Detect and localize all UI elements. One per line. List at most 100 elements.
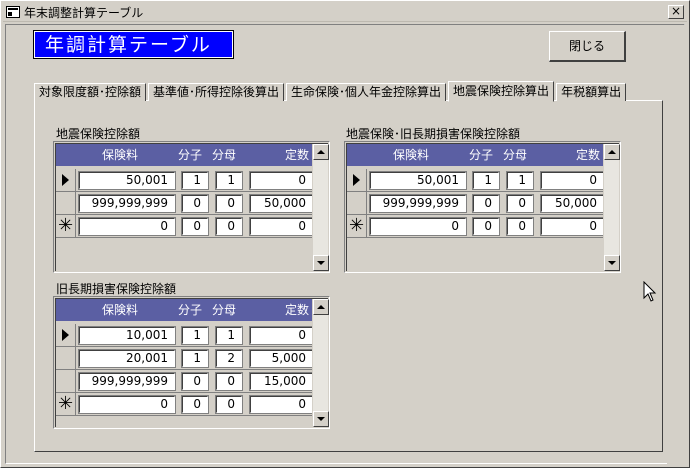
column-premium: 保険料 (102, 303, 139, 317)
table-row[interactable]: ✳ 0 0 0 0 (56, 215, 314, 238)
vertical-scrollbar[interactable] (312, 299, 329, 427)
tab-basis[interactable]: 基準値･所得控除後算出 (148, 83, 285, 101)
constant-cell[interactable]: 0 (540, 217, 605, 236)
premium-cell[interactable]: 999,999,999 (78, 194, 176, 213)
constant-cell[interactable]: 15,000 (249, 372, 314, 391)
constant-cell[interactable]: 0 (249, 395, 314, 414)
numerator-cell[interactable]: 0 (181, 395, 209, 414)
page-title: 年調計算テーブル (33, 30, 234, 59)
vertical-scrollbar[interactable] (312, 144, 329, 271)
new-record-icon: ✳ (348, 215, 365, 236)
denominator-cell[interactable]: 0 (506, 194, 534, 213)
app-window: 年末調整計算テーブル × 年調計算テーブル 閉じる 対象限度額･控除額 基準値･… (0, 0, 690, 468)
longterm-grid-label: 旧長期損害保険控除額 (56, 282, 177, 296)
column-numerator: 分子 (469, 148, 494, 162)
table-row[interactable]: 999,999,999 0 0 15,000 (56, 370, 314, 393)
current-record-icon (62, 174, 69, 186)
scroll-down-icon[interactable] (313, 411, 329, 427)
constant-cell[interactable]: 0 (540, 171, 605, 190)
column-numerator: 分子 (178, 303, 203, 317)
tab-strip: 対象限度額･控除額 基準値･所得控除後算出 生命保険･個人年金控除算出 地震保険… (34, 81, 628, 102)
longterm-grid: 保険料 分子 分母 定数 10,001 1 1 0 20,001 1 2 5,0… (53, 296, 330, 429)
numerator-cell[interactable]: 1 (181, 349, 209, 368)
table-row[interactable]: 20,001 1 2 5,000 (56, 347, 314, 370)
table-row[interactable]: ✳ 0 0 0 0 (56, 393, 314, 416)
table-row[interactable]: ✳ 0 0 0 0 (347, 215, 605, 238)
numerator-cell[interactable]: 1 (181, 171, 209, 190)
table-row[interactable]: 999,999,999 0 0 50,000 (347, 192, 605, 215)
row-selector-current[interactable] (347, 169, 367, 191)
premium-cell[interactable]: 0 (369, 217, 467, 236)
numerator-cell[interactable]: 0 (472, 194, 500, 213)
constant-cell[interactable]: 0 (249, 217, 314, 236)
premium-cell[interactable]: 999,999,999 (78, 372, 176, 391)
earthquake-grid-label: 地震保険控除額 (56, 127, 141, 141)
column-denominator: 分母 (212, 148, 237, 162)
grid-header: 保険料 分子 分母 定数 (347, 144, 604, 166)
row-selector[interactable] (56, 370, 76, 392)
table-row[interactable]: 50,001 1 1 0 (347, 169, 605, 192)
numerator-cell[interactable]: 0 (181, 194, 209, 213)
constant-cell[interactable]: 0 (249, 326, 314, 345)
current-record-icon (353, 174, 360, 186)
denominator-cell[interactable]: 1 (215, 171, 243, 190)
numerator-cell[interactable]: 0 (472, 217, 500, 236)
constant-cell[interactable]: 5,000 (249, 349, 314, 368)
denominator-cell[interactable]: 1 (506, 171, 534, 190)
denominator-cell[interactable]: 0 (215, 372, 243, 391)
new-record-icon: ✳ (57, 393, 74, 414)
row-selector-current[interactable] (56, 169, 76, 191)
tab-earthquake-insurance[interactable]: 地震保険控除算出 (448, 81, 555, 102)
numerator-cell[interactable]: 0 (181, 372, 209, 391)
grid-header: 保険料 分子 分母 定数 (56, 144, 313, 166)
premium-cell[interactable]: 10,001 (78, 326, 176, 345)
denominator-cell[interactable]: 1 (215, 326, 243, 345)
premium-cell[interactable]: 0 (78, 395, 176, 414)
constant-cell[interactable]: 50,000 (540, 194, 605, 213)
numerator-cell[interactable]: 1 (181, 326, 209, 345)
window-close-button[interactable]: × (668, 5, 684, 19)
constant-cell[interactable]: 0 (249, 171, 314, 190)
premium-cell[interactable]: 50,001 (369, 171, 467, 190)
numerator-cell[interactable]: 1 (472, 171, 500, 190)
row-selector-new[interactable]: ✳ (56, 393, 76, 415)
row-selector-current[interactable] (56, 324, 76, 346)
constant-cell[interactable]: 50,000 (249, 194, 314, 213)
row-selector[interactable] (56, 347, 76, 369)
combined-grid: 保険料 分子 分母 定数 50,001 1 1 0 999,999,999 0 … (344, 141, 621, 273)
denominator-cell[interactable]: 0 (506, 217, 534, 236)
premium-cell[interactable]: 20,001 (78, 349, 176, 368)
vertical-scrollbar[interactable] (603, 144, 620, 271)
scroll-up-icon[interactable] (313, 299, 329, 315)
scroll-up-icon[interactable] (313, 144, 329, 160)
combined-grid-label: 地震保険･旧長期損害保険控除額 (346, 127, 521, 141)
numerator-cell[interactable]: 0 (181, 217, 209, 236)
row-selector[interactable] (56, 192, 76, 214)
close-button[interactable]: 閉じる (549, 31, 626, 62)
title-bar[interactable]: 年末調整計算テーブル × (3, 3, 687, 22)
denominator-cell[interactable]: 0 (215, 217, 243, 236)
table-row[interactable]: 50,001 1 1 0 (56, 169, 314, 192)
window-title: 年末調整計算テーブル (24, 5, 144, 20)
grid-header: 保険料 分子 分母 定数 (56, 299, 313, 321)
row-selector-new[interactable]: ✳ (347, 215, 367, 237)
premium-cell[interactable]: 999,999,999 (369, 194, 467, 213)
new-record-icon: ✳ (57, 215, 74, 236)
table-row[interactable]: 999,999,999 0 0 50,000 (56, 192, 314, 215)
scroll-down-icon[interactable] (604, 255, 620, 271)
scroll-up-icon[interactable] (604, 144, 620, 160)
denominator-cell[interactable]: 0 (215, 395, 243, 414)
table-row[interactable]: 10,001 1 1 0 (56, 324, 314, 347)
tab-life-insurance[interactable]: 生命保険･個人年金控除算出 (286, 83, 447, 101)
scroll-down-icon[interactable] (313, 255, 329, 271)
row-selector[interactable] (347, 192, 367, 214)
premium-cell[interactable]: 0 (78, 217, 176, 236)
column-numerator: 分子 (178, 148, 203, 162)
row-selector-new[interactable]: ✳ (56, 215, 76, 237)
denominator-cell[interactable]: 2 (215, 349, 243, 368)
premium-cell[interactable]: 50,001 (78, 171, 176, 190)
denominator-cell[interactable]: 0 (215, 194, 243, 213)
tab-limits[interactable]: 対象限度額･控除額 (34, 83, 147, 101)
tab-annual-tax[interactable]: 年税額算出 (556, 83, 627, 101)
form-icon[interactable] (6, 6, 20, 18)
